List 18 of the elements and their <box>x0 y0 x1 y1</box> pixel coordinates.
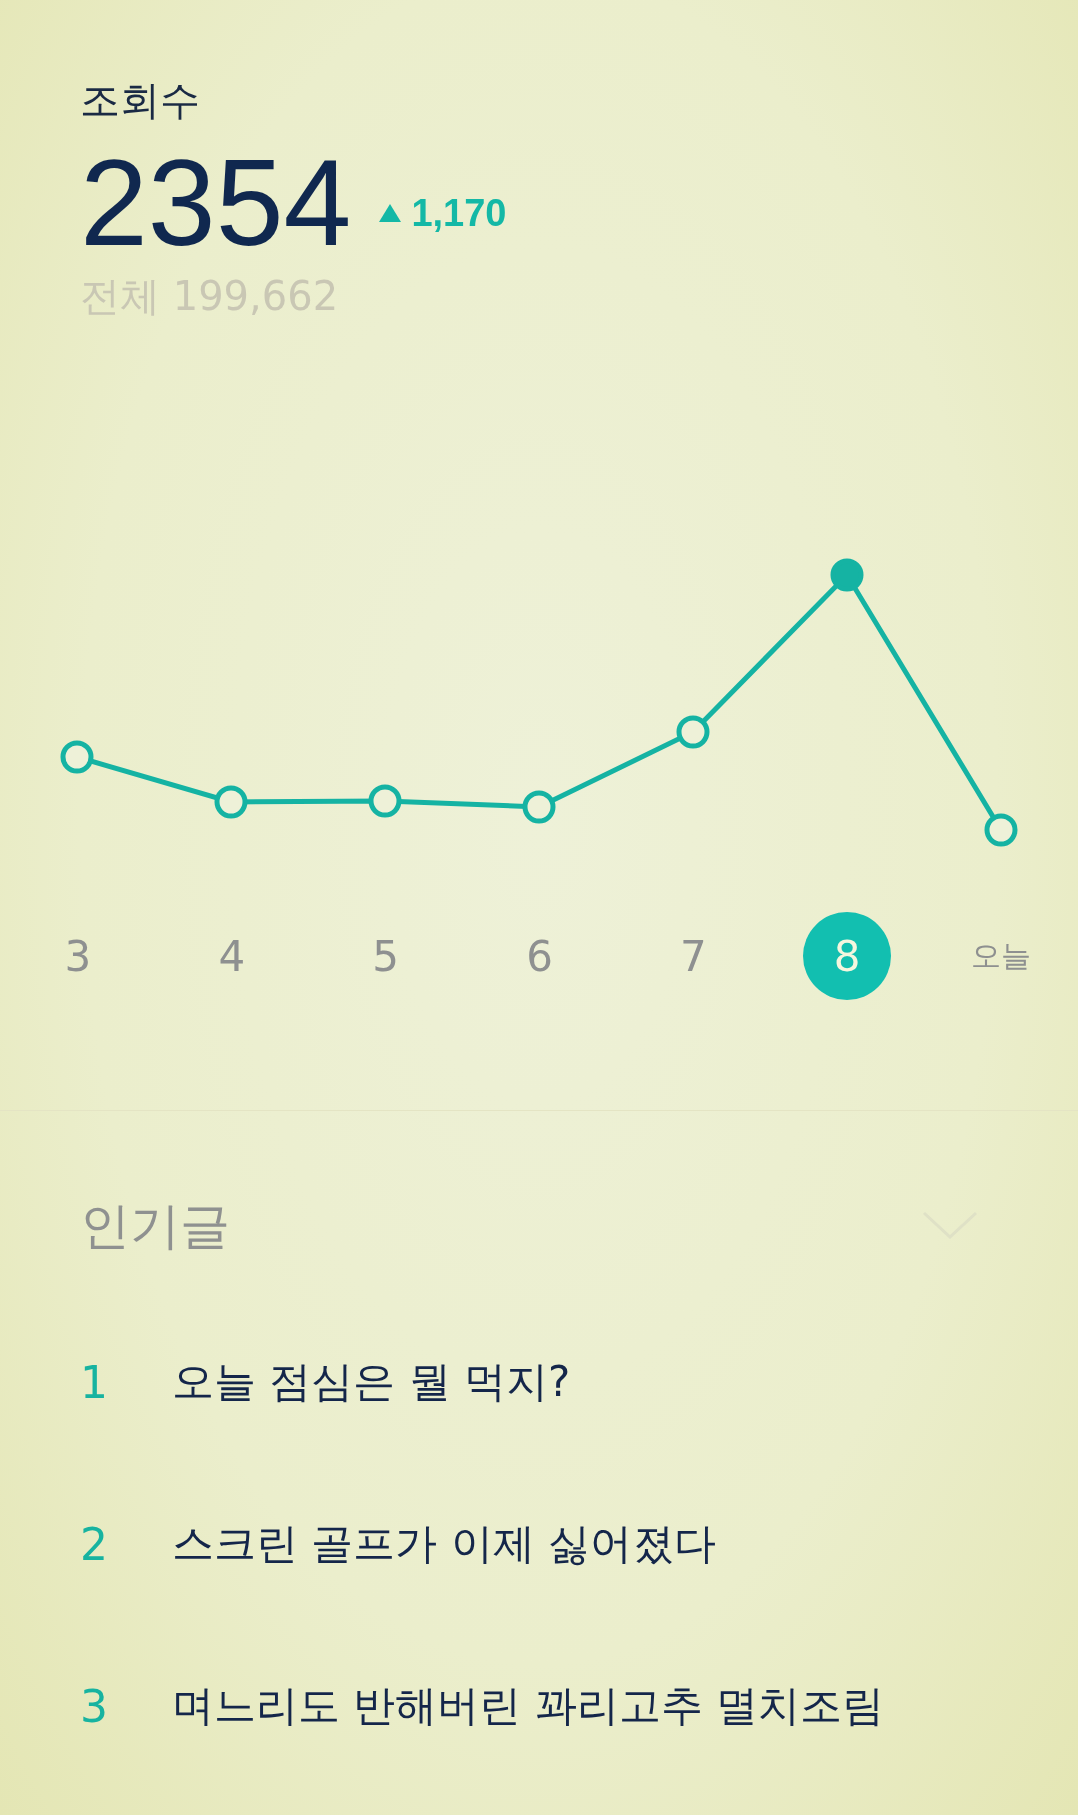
day-tab[interactable]: 7 <box>649 912 738 1000</box>
post-title-link[interactable]: 며느리도 반해버린 꽈리고추 멸치조림 <box>172 1678 885 1734</box>
views-title: 조회수 <box>80 76 201 125</box>
rank-number: 1 <box>80 1356 109 1408</box>
day-tab[interactable]: 5 <box>341 912 430 1000</box>
day-tab[interactable]: 8 <box>803 912 892 1000</box>
day-tab[interactable]: 6 <box>495 912 584 1000</box>
views-change: 1,170 <box>411 191 507 235</box>
post-title-link[interactable]: 스크린 골프가 이제 싫어졌다 <box>172 1516 717 1572</box>
rank-number: 2 <box>80 1518 109 1570</box>
rank-number: 3 <box>80 1680 109 1732</box>
up-triangle-icon <box>379 204 402 222</box>
day-tab[interactable]: 오늘 <box>957 912 1046 1000</box>
post-title-link[interactable]: 오늘 점심은 뭘 먹지? <box>172 1354 571 1410</box>
views-count: 2354 <box>80 138 352 268</box>
day-tab[interactable]: 4 <box>187 912 276 1000</box>
popular-title: 인기글 <box>80 1195 230 1257</box>
day-tab[interactable]: 3 <box>33 912 122 1000</box>
